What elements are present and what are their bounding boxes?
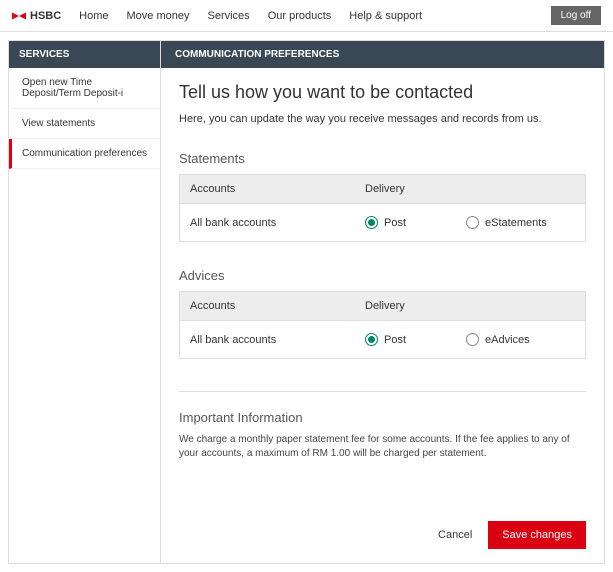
radio-icon (466, 333, 479, 346)
statements-delivery-options: Post eStatements (355, 204, 585, 241)
statements-row-label: All bank accounts (180, 205, 355, 241)
save-button[interactable]: Save changes (488, 521, 586, 549)
statements-option-post[interactable]: Post (365, 216, 406, 229)
sidebar-item-open-deposit[interactable]: Open new Time Deposit/Term Deposit-i (9, 68, 160, 109)
statements-row: All bank accounts Post eStatements (180, 204, 585, 241)
logoff-button[interactable]: Log off (551, 6, 601, 25)
statements-col-delivery: Delivery (355, 175, 585, 203)
nav-home[interactable]: Home (79, 10, 108, 22)
sidebar-item-view-statements[interactable]: View statements (9, 109, 160, 139)
statements-option-post-label: Post (384, 217, 406, 229)
statements-radio-group: Post eStatements (365, 216, 575, 229)
top-nav: HSBC Home Move money Services Our produc… (0, 0, 613, 32)
cancel-button[interactable]: Cancel (438, 529, 472, 541)
content-layout: SERVICES Open new Time Deposit/Term Depo… (8, 40, 605, 564)
nav-services[interactable]: Services (208, 10, 250, 22)
sidebar-item-communication-preferences[interactable]: Communication preferences (9, 139, 160, 169)
radio-icon (365, 216, 378, 229)
nav-move-money[interactable]: Move money (127, 10, 190, 22)
advices-title: Advices (179, 268, 586, 283)
statements-option-estatements[interactable]: eStatements (466, 216, 547, 229)
page-title: Tell us how you want to be contacted (179, 82, 586, 103)
main-header: COMMUNICATION PREFERENCES (161, 41, 604, 68)
divider (179, 391, 586, 392)
advices-option-eadvices-label: eAdvices (485, 334, 530, 346)
advices-row: All bank accounts Post eAdvices (180, 321, 585, 358)
action-bar: Cancel Save changes (179, 481, 586, 549)
advices-col-delivery: Delivery (355, 292, 585, 320)
important-text: We charge a monthly paper statement fee … (179, 433, 586, 461)
advices-table-head: Accounts Delivery (180, 292, 585, 321)
sidebar-header: SERVICES (9, 41, 160, 68)
main-panel: COMMUNICATION PREFERENCES Tell us how yo… (161, 41, 604, 563)
statements-col-accounts: Accounts (180, 175, 355, 203)
primary-nav: Home Move money Services Our products He… (79, 10, 422, 22)
advices-option-post-label: Post (384, 334, 406, 346)
hsbc-hexagon-icon (12, 9, 26, 23)
statements-option-estatements-label: eStatements (485, 217, 547, 229)
brand-logo[interactable]: HSBC (12, 9, 61, 23)
statements-table-head: Accounts Delivery (180, 175, 585, 204)
nav-our-products[interactable]: Our products (268, 10, 332, 22)
sidebar: SERVICES Open new Time Deposit/Term Depo… (9, 41, 161, 563)
statements-table: Accounts Delivery All bank accounts Post (179, 174, 586, 242)
advices-col-accounts: Accounts (180, 292, 355, 320)
intro-text: Here, you can update the way you receive… (179, 113, 586, 125)
important-title: Important Information (179, 410, 586, 425)
statements-title: Statements (179, 151, 586, 166)
advices-row-label: All bank accounts (180, 322, 355, 358)
page-body: SERVICES Open new Time Deposit/Term Depo… (0, 32, 613, 572)
main-content: Tell us how you want to be contacted Her… (161, 68, 604, 563)
nav-help-support[interactable]: Help & support (349, 10, 422, 22)
advices-delivery-options: Post eAdvices (355, 321, 585, 358)
advices-table: Accounts Delivery All bank accounts Post (179, 291, 586, 359)
radio-icon (365, 333, 378, 346)
radio-icon (466, 216, 479, 229)
brand-text: HSBC (30, 10, 61, 22)
advices-option-eadvices[interactable]: eAdvices (466, 333, 530, 346)
top-nav-left: HSBC Home Move money Services Our produc… (12, 9, 422, 23)
advices-radio-group: Post eAdvices (365, 333, 575, 346)
advices-option-post[interactable]: Post (365, 333, 406, 346)
